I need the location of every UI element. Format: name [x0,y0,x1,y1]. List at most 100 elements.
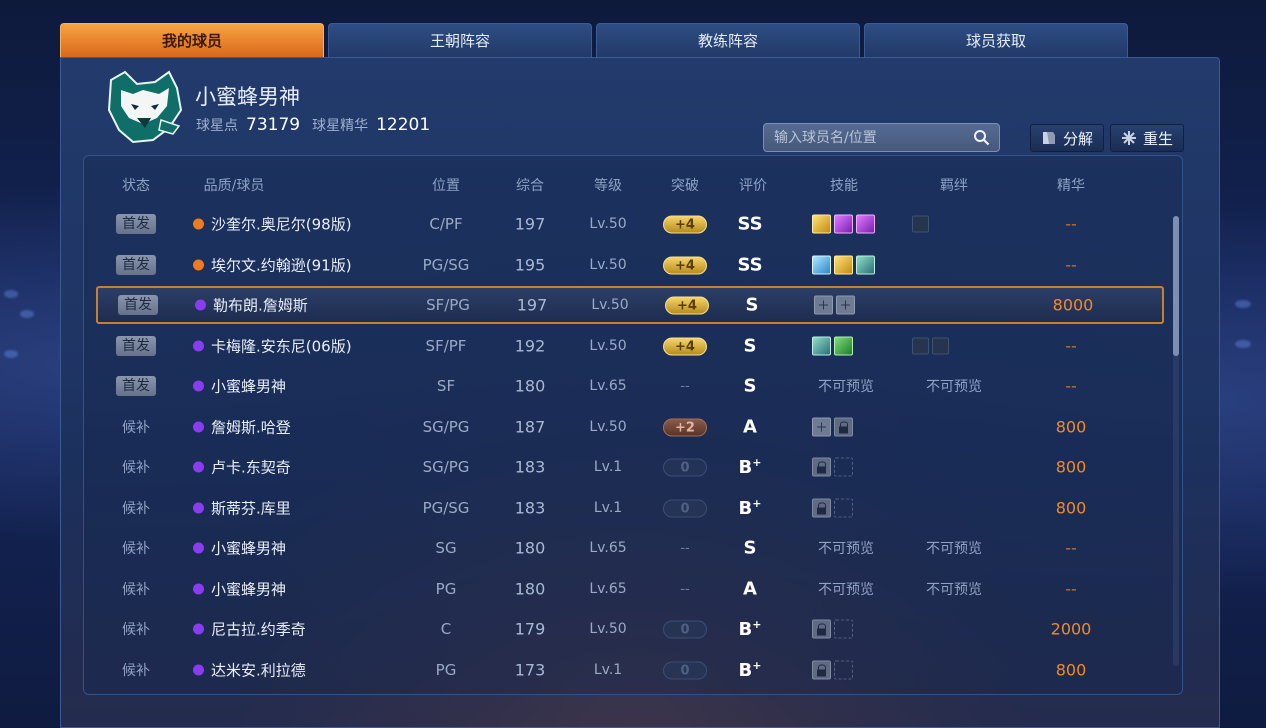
row-bonds [912,215,929,233]
search-box [763,123,1000,152]
table-row[interactable]: 首发 勒布朗.詹姆斯 SF/PG 197 Lv.50 +4 S 8000 [96,286,1164,324]
empty-skill-slot[interactable] [834,457,853,477]
table-header: 状态 品质/球员 位置 综合 等级 突破 评价 技能 羁绊 精华 [83,175,1183,199]
add-skill-icon[interactable] [814,295,833,315]
col-breakthrough: 突破 [671,178,699,194]
green-skill-icon[interactable] [834,336,853,355]
bond-icon[interactable] [912,215,929,233]
empty-skill-slot[interactable] [834,498,853,517]
skills-unavailable: 不可预览 [818,581,874,598]
starter-badge: 首发 [116,335,156,356]
grade-letter: B [738,457,753,478]
row-skills [812,660,853,679]
empty-skill-slot[interactable] [834,660,853,679]
table-row[interactable]: 首发 沙奎尔.奥尼尔(98版) C/PF 197 Lv.50 +4 SS -- [96,205,1164,243]
gold-skill-icon[interactable] [812,214,831,234]
breakthrough-badge: -- [680,581,690,597]
sub-status: 候补 [122,419,150,436]
empty-skill-slot[interactable] [834,619,853,639]
col-overall: 综合 [516,178,544,194]
row-skills [814,295,855,315]
quality-dot-icon [193,380,204,392]
bonds-unavailable: 不可预览 [926,541,982,557]
table-row[interactable]: 候补 詹姆斯.哈登 SG/PG 187 Lv.50 +2 A 800 [96,408,1164,446]
row-status: 首发 [118,295,158,315]
row-essence: 800 [1055,457,1087,477]
table-row[interactable]: 候补 卢卡.东契奇 SG/PG 183 Lv.1 0 B+ 800 [96,448,1164,486]
row-grade: SS [737,214,762,235]
scrollbar[interactable] [1173,216,1179,666]
row-grade: B+ [739,456,762,478]
grade-letter: B [738,619,753,640]
breakthrough-badge: -- [680,541,690,556]
quality-dot-icon [193,542,204,554]
row-breakthrough: 0 [663,660,707,679]
purple-skill-icon[interactable] [856,214,875,234]
row-overall: 180 [514,538,546,558]
tab-player-acquire[interactable]: 球员获取 [864,23,1128,57]
bonds-unavailable: 不可预览 [926,379,982,395]
table-row[interactable]: 首发 卡梅隆.安东尼(06版) SF/PF 192 Lv.50 +4 S -- [96,327,1164,365]
table-row[interactable]: 候补 小蜜蜂男神 SG 180 Lv.65 -- S 不可预览 不可预览 -- [96,529,1164,567]
cyan-skill-icon[interactable] [812,255,831,274]
grade-plus: + [752,496,762,510]
row-essence: 800 [1055,417,1087,436]
bond-icon[interactable] [932,337,949,354]
breakthrough-badge: +4 [663,256,707,274]
table-row[interactable]: 候补 斯蒂芬.库里 PG/SG 183 Lv.1 0 B+ 800 [96,489,1164,527]
bond-icon[interactable] [912,337,929,354]
tab-coach-lineup[interactable]: 教练阵容 [596,23,860,57]
decompose-button[interactable]: 分解 [1030,124,1105,152]
quality-dot-icon [193,664,204,675]
table-row[interactable]: 首发 小蜜蜂男神 SF 180 Lv.65 -- S 不可预览 不可预览 -- [96,367,1164,405]
row-essence: 800 [1055,660,1087,679]
profile-stats: 球星点 73179 球星精华 12201 [196,115,434,135]
table-row[interactable]: 候补 小蜜蜂男神 PG 180 Lv.65 -- A 不可预览 不可预览 -- [96,570,1164,608]
quality-dot-icon [193,461,204,473]
tab-my-players[interactable]: 我的球员 [60,23,324,57]
row-essence: -- [1065,579,1077,598]
search-icon[interactable] [973,129,990,146]
player-name: 沙奎尔.奥尼尔(98版) [211,215,352,234]
lock-skill-icon[interactable] [812,660,831,679]
quality-dot-icon [193,583,204,594]
purple-skill-icon[interactable] [834,214,853,234]
player-name-cell: 小蜜蜂男神 [193,578,286,599]
add-skill-icon[interactable] [812,417,831,436]
col-position: 位置 [432,178,460,194]
row-status: 首发 [116,214,156,234]
teal-skill-icon[interactable] [856,255,875,274]
col-player: 品质/球员 [203,178,265,194]
row-level: Lv.50 [591,297,629,313]
tab-dynasty-lineup[interactable]: 王朝阵容 [328,23,592,57]
scrollbar-thumb[interactable] [1173,216,1179,356]
lock-skill-icon[interactable] [812,619,831,639]
row-essence: 2000 [1050,619,1092,639]
player-name: 尼古拉.约季奇 [211,620,306,639]
table-row[interactable]: 候补 尼古拉.约季奇 C 179 Lv.50 0 B+ 2000 [96,610,1164,648]
rebirth-icon [1122,131,1136,145]
row-breakthrough: +4 [663,336,707,355]
table-row[interactable]: 首发 埃尔文.约翰逊(91版) PG/SG 195 Lv.50 +4 SS -- [96,246,1164,284]
rebirth-button[interactable]: 重生 [1110,124,1185,152]
search-input[interactable] [774,124,969,151]
star-points-value: 73179 [246,115,301,135]
starter-badge: 首发 [116,254,156,275]
table-row[interactable]: 候补 达米安.利拉德 PG 173 Lv.1 0 B+ 800 [96,651,1164,689]
add-skill-icon[interactable] [836,295,855,315]
sub-status: 候补 [122,581,150,598]
player-name-cell: 勒布朗.詹姆斯 [195,295,308,316]
row-level: Lv.50 [589,418,627,435]
row-overall: 173 [514,660,546,679]
arena-light [4,290,18,298]
row-status: 候补 [122,579,150,599]
lock-skill-icon[interactable] [812,457,831,477]
gold-skill-icon[interactable] [834,255,853,274]
row-position: C/PF [429,215,463,233]
breakthrough-badge: 0 [663,661,707,679]
lock-skill-icon[interactable] [812,498,831,517]
lock-skill-icon[interactable] [834,417,853,436]
row-essence: -- [1065,255,1077,274]
teal-skill-icon[interactable] [812,336,831,355]
grade-letter: S [745,294,759,316]
